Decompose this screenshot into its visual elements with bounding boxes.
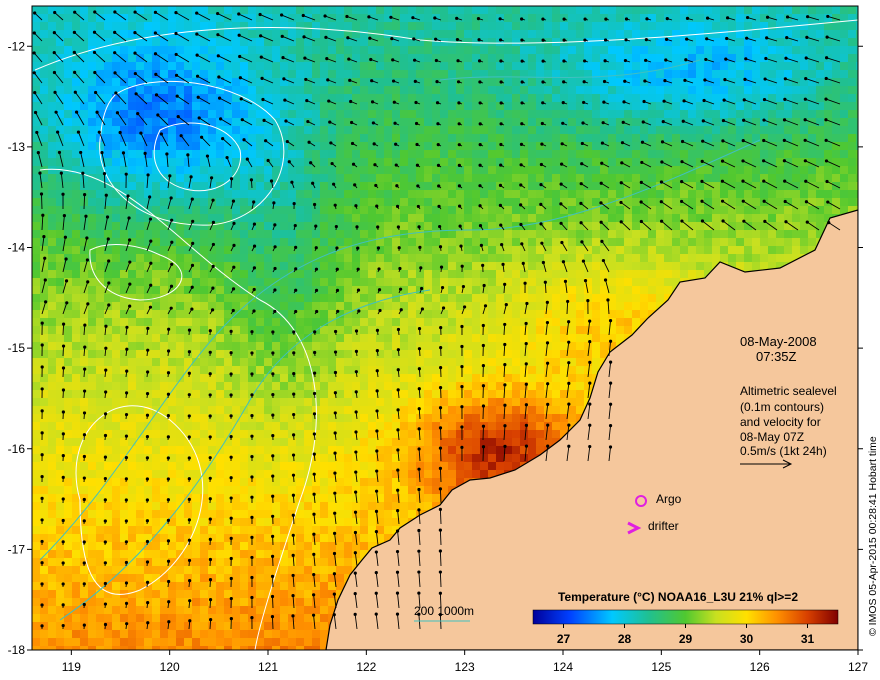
x-tick-label: 119 — [62, 660, 81, 674]
y-tick-label: -17 — [8, 542, 26, 556]
x-tick-label: 124 — [553, 660, 573, 674]
altimetry-line-3: and velocity for — [740, 415, 821, 429]
drifter-label: drifter — [648, 519, 679, 533]
y-tick-label: -13 — [8, 140, 26, 154]
longitude-axis: 119 120 121 122 123 124 125 126 127 — [62, 650, 868, 674]
depth-legend-label: 200 1000m — [414, 604, 474, 618]
x-tick-label: 125 — [651, 660, 671, 674]
y-tick-label: -18 — [8, 643, 26, 657]
colorbar-tick-label: 29 — [679, 632, 693, 646]
x-tick-label: 126 — [750, 660, 770, 674]
x-tick-label: 121 — [258, 660, 278, 674]
altimetry-line-5: 0.5m/s (1kt 24h) — [740, 444, 827, 458]
altimetry-line-4: 08-May 07Z — [740, 430, 804, 444]
legend-title: Temperature (°C) NOAA16_L3U 21% ql>=2 — [558, 590, 798, 604]
argo-label: Argo — [656, 492, 682, 506]
altimetry-line-1: Altimetric sealevel — [740, 384, 837, 398]
colorbar-tick-label: 31 — [801, 632, 815, 646]
x-tick-label: 122 — [356, 660, 376, 674]
colorbar-tick-label: 30 — [740, 632, 754, 646]
y-tick-label: -14 — [8, 241, 26, 255]
y-tick-label: -16 — [8, 442, 26, 456]
colorbar-tick-label: 27 — [557, 632, 571, 646]
time-label: 07:35Z — [756, 349, 797, 364]
y-tick-label: -12 — [8, 39, 26, 53]
x-tick-label: 123 — [455, 660, 475, 674]
y-tick-label: -15 — [8, 341, 26, 355]
credit-text: © IMOS 05-Apr-2015 00:28:41 Hobart time — [867, 436, 879, 636]
x-tick-label: 120 — [160, 660, 180, 674]
x-tick-label: 127 — [848, 660, 868, 674]
map-canvas — [32, 6, 858, 650]
colorbar-tick-label: 28 — [618, 632, 632, 646]
sst-map: 119 120 121 122 123 124 125 126 127 -12 -13 -14 -15… — [8, 5, 879, 674]
altimetry-line-2: (0.1m contours) — [740, 400, 824, 414]
colorbar — [532, 609, 839, 625]
date-label: 08-May-2008 — [740, 334, 817, 349]
